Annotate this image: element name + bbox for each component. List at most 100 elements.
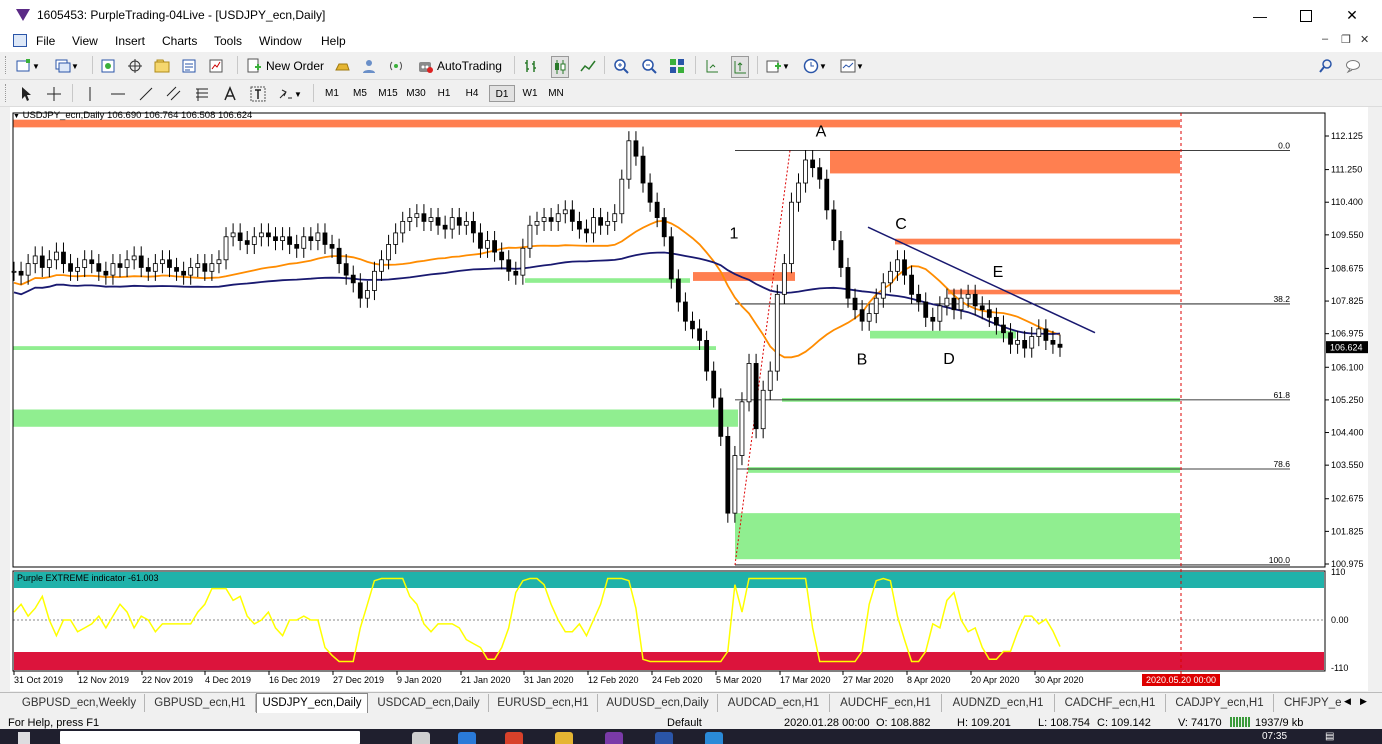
strategy-tester-button[interactable]	[208, 56, 224, 76]
timeframe-h4[interactable]: H4	[459, 85, 485, 102]
candle-body	[301, 236, 307, 249]
timeframe-h1[interactable]: H1	[431, 85, 457, 102]
profiles-button[interactable]: ▼	[55, 56, 79, 76]
child-window-icon[interactable]	[13, 34, 27, 47]
tab-usdjpy-daily[interactable]: USDJPY_ecn,Daily	[256, 693, 368, 714]
tile-windows-button[interactable]	[669, 56, 685, 76]
windows-start-icon[interactable]	[18, 732, 30, 744]
market-watch-button[interactable]	[100, 56, 116, 76]
expert-advisor-button[interactable]	[334, 56, 350, 76]
metatrader-icon[interactable]	[605, 732, 623, 744]
tab-gbpusd-weekly[interactable]: GBPUSD_ecn,Weekly	[14, 694, 145, 712]
menu-view[interactable]: View	[72, 34, 98, 48]
templates-button[interactable]: ▼	[840, 56, 864, 76]
zoom-in-button[interactable]	[613, 56, 629, 76]
menu-window[interactable]: Window	[259, 34, 302, 48]
tab-cadchf-h1[interactable]: CADCHF_ecn,H1	[1055, 694, 1166, 712]
candle-body	[61, 251, 66, 265]
profiles-icon	[55, 59, 71, 73]
trendline-button[interactable]	[138, 84, 154, 104]
new-chart-button[interactable]: ▼	[16, 56, 40, 76]
menu-charts[interactable]: Charts	[162, 34, 197, 48]
candle-body	[103, 270, 109, 276]
crosshair-button[interactable]	[46, 84, 62, 104]
fib-level-label: 78.6	[1273, 459, 1290, 469]
menu-file[interactable]: File	[36, 34, 55, 48]
terminal-button[interactable]	[181, 56, 197, 76]
periods-button[interactable]: ▼	[803, 56, 827, 76]
zoom-out-button[interactable]	[641, 56, 657, 76]
candle-body	[343, 263, 349, 276]
new-order-button[interactable]: New Order	[246, 56, 324, 76]
timeframe-m15[interactable]: M15	[375, 85, 401, 102]
tab-cadjpy-h1[interactable]: CADJPY_ecn,H1	[1166, 694, 1274, 712]
explorer-icon[interactable]	[555, 732, 573, 744]
navigator-button[interactable]	[154, 56, 170, 76]
terminal-icon	[182, 59, 196, 73]
tab-audnzd-h1[interactable]: AUDNZD_ecn,H1	[942, 694, 1055, 712]
cursor-button[interactable]	[18, 84, 34, 104]
tab-audchf-h1[interactable]: AUDCHF_ecn,H1	[830, 694, 942, 712]
timeframe-m5[interactable]: M5	[347, 85, 373, 102]
maximize-button[interactable]	[1283, 0, 1329, 31]
timeframe-m30[interactable]: M30	[403, 85, 429, 102]
vertical-line-button[interactable]	[82, 84, 98, 104]
menu-insert[interactable]: Insert	[115, 34, 145, 48]
candlestick-chart-button[interactable]	[551, 56, 569, 78]
search-button[interactable]	[1318, 56, 1334, 76]
autoscroll-button[interactable]	[731, 56, 749, 78]
tab-scroll-left-icon[interactable]: ◀	[1344, 696, 1351, 707]
text-label-button[interactable]	[250, 84, 266, 104]
new-chart-icon	[16, 59, 30, 72]
mdi-restore-icon[interactable]: ❐	[1341, 33, 1351, 46]
text-button[interactable]	[222, 84, 238, 104]
timeframe-m1[interactable]: M1	[319, 85, 345, 102]
app-icon[interactable]	[705, 732, 723, 744]
candle-body	[1001, 324, 1006, 334]
fibonacci-button[interactable]	[194, 84, 210, 104]
close-button[interactable]: ✕	[1329, 0, 1375, 31]
tab-chfjpy[interactable]: CHFJPY_e	[1274, 694, 1350, 712]
timeframe-mn[interactable]: MN	[543, 85, 569, 102]
autotrading-button[interactable]: AutoTrading	[417, 56, 502, 76]
candle-body	[958, 297, 964, 311]
tab-eurusd-h1[interactable]: EURUSD_ecn,H1	[489, 694, 598, 712]
taskbar-search-box[interactable]	[60, 731, 360, 744]
bar-chart-button[interactable]	[523, 56, 539, 76]
candle-body	[167, 259, 172, 268]
chart-shift-button[interactable]	[704, 56, 720, 76]
status-help: For Help, press F1	[8, 717, 100, 729]
menu-help[interactable]: Help	[321, 34, 346, 48]
tab-gbpusd-h1[interactable]: GBPUSD_ecn,H1	[145, 694, 256, 712]
tab-usdcad-daily[interactable]: USDCAD_ecn,Daily	[369, 694, 489, 712]
candle-body	[859, 309, 865, 322]
line-chart-button[interactable]	[580, 56, 596, 76]
candle-body	[18, 270, 24, 276]
chat-button[interactable]	[1345, 56, 1361, 76]
arrows-button[interactable]: ▼	[278, 84, 302, 104]
indicators-button[interactable]: ▼	[766, 56, 790, 76]
data-window-button[interactable]	[127, 56, 143, 76]
signals-button[interactable]	[361, 56, 377, 76]
tab-audusd-daily[interactable]: AUDUSD_ecn,Daily	[598, 694, 718, 712]
date-axis-label: 27 Mar 2020	[843, 675, 894, 685]
taskview-icon[interactable]	[412, 732, 430, 744]
market-button[interactable]	[388, 56, 404, 76]
edge-icon[interactable]	[458, 732, 476, 744]
zoom-out-icon	[642, 59, 657, 74]
timeframe-w1[interactable]: W1	[517, 85, 543, 102]
notifications-icon[interactable]: ▤	[1325, 731, 1334, 742]
timeframe-d1[interactable]: D1	[489, 85, 515, 102]
tab-scroll-right-icon[interactable]: ▶	[1360, 696, 1367, 707]
tab-audcad-h1[interactable]: AUDCAD_ecn,H1	[718, 694, 830, 712]
horizontal-line-button[interactable]	[110, 84, 126, 104]
minimize-button[interactable]: —	[1237, 0, 1283, 31]
mdi-minimize-icon[interactable]: –	[1322, 33, 1328, 45]
chart-window[interactable]: 0.038.261.878.6100.0 ABCDEX1 1100.00-110…	[10, 107, 1368, 691]
equidistant-channel-button[interactable]	[166, 84, 182, 104]
outlook-icon[interactable]	[655, 732, 673, 744]
mdi-close-icon[interactable]: ✕	[1360, 33, 1369, 46]
menu-tools[interactable]: Tools	[214, 34, 242, 48]
chrome-icon[interactable]	[505, 732, 523, 744]
candle-body	[152, 263, 158, 272]
